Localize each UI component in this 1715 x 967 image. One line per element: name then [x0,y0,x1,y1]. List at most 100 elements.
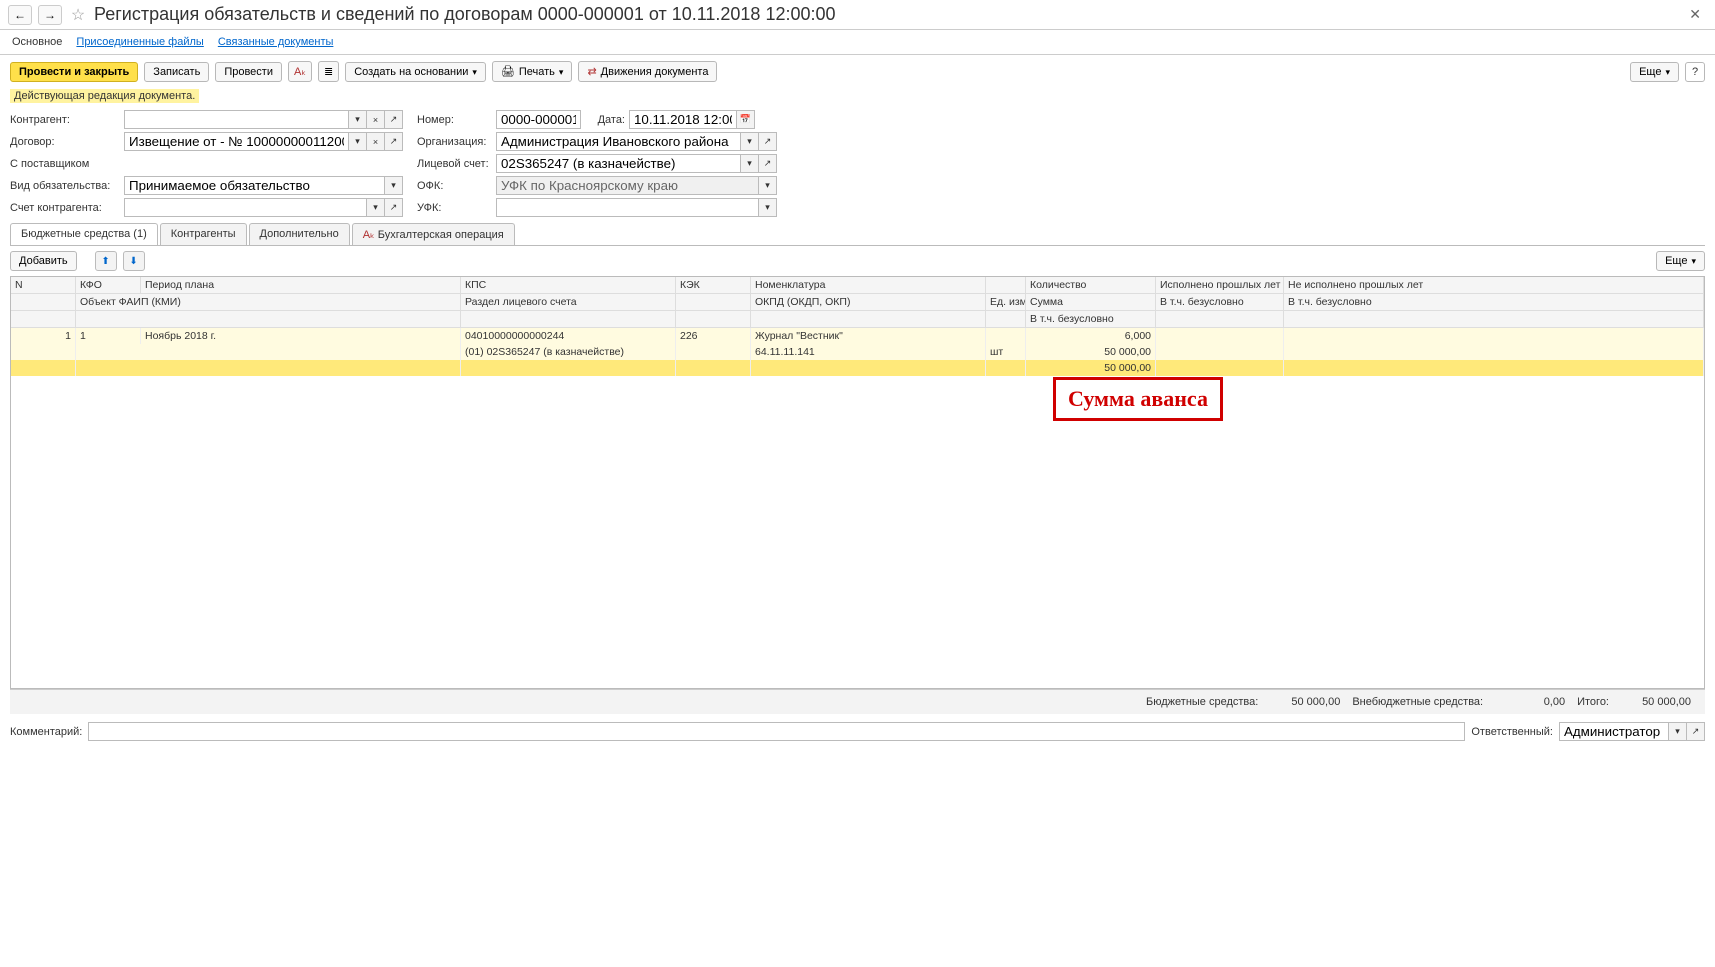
col-kek[interactable]: КЭК [676,277,751,294]
section-tab-related-docs[interactable]: Связанные документы [218,36,334,48]
cell-okpd: 64.11.11.141 [751,344,986,360]
tab-counterparties[interactable]: Контрагенты [160,223,247,245]
pers-account-input[interactable] [496,154,741,173]
section-tab-attached-files[interactable]: Присоединенные файлы [76,36,203,48]
obligation-type-dropdown-icon[interactable]: ▾ [385,176,403,195]
col-n[interactable]: N [11,277,76,294]
counterparty-clear-icon[interactable]: × [367,110,385,129]
org-dropdown-icon[interactable]: ▾ [741,132,759,151]
table-row[interactable]: (01) 02S365247 (в казначействе) 64.11.11… [11,344,1704,360]
tab-additional[interactable]: Дополнительно [249,223,350,245]
cell-n: 1 [11,328,76,344]
report-icon-button[interactable]: Aₖ [288,61,312,82]
col-sum[interactable]: Сумма [1026,294,1156,311]
section-tab-main[interactable]: Основное [12,36,62,48]
counterparty-input[interactable] [124,110,349,129]
cell-nomenclature: Журнал "Вестник" [751,328,986,344]
contract-input[interactable] [124,132,349,151]
cell-period: Ноябрь 2018 г. [141,328,461,344]
date-calendar-icon[interactable]: 📅 [737,110,755,129]
obligation-type-input[interactable] [124,176,385,195]
counterparty-acc-dropdown-icon[interactable]: ▾ [367,198,385,217]
contract-clear-icon[interactable]: × [367,132,385,151]
create-from-button[interactable]: Создать на основании [345,62,486,82]
grand-total-value: 50 000,00 [1621,696,1691,708]
favorite-star-icon[interactable]: ☆ [68,5,88,25]
org-open-icon[interactable]: ↗ [759,132,777,151]
ufk-dropdown-icon[interactable]: ▾ [759,198,777,217]
table-row-advance[interactable]: 50 000,00 [11,360,1704,376]
grid-header-row: N КФО Период плана КПС КЭК Номенклатура … [11,277,1704,294]
comment-label: Комментарий: [10,726,82,738]
col-incl-uncond[interactable]: В т.ч. безусловно [1026,311,1156,328]
tab-accounting-operation[interactable]: Aₖ Бухгалтерская операция [352,223,515,245]
nav-forward-button[interactable]: → [38,5,62,25]
pers-account-dropdown-icon[interactable]: ▾ [741,154,759,173]
obligation-type-label: Вид обязательства: [10,180,120,192]
col-unit[interactable] [986,277,1026,294]
contract-open-icon[interactable]: ↗ [385,132,403,151]
more-button[interactable]: Еще [1630,62,1679,82]
tabstrip: Бюджетные средства (1) Контрагенты Допол… [10,223,1705,246]
cell-qty: 6,000 [1026,328,1156,344]
report-icon: Aₖ [294,65,306,78]
cell-sum: 50 000,00 [1026,344,1156,360]
with-supplier-label: С поставщиком [10,158,120,170]
save-button[interactable]: Записать [144,62,209,82]
comment-input[interactable] [88,722,1465,741]
org-input[interactable] [496,132,741,151]
post-button[interactable]: Провести [215,62,282,82]
nav-back-button[interactable]: ← [8,5,32,25]
move-down-button[interactable]: ⬇ [123,251,145,271]
section-tabs: Основное Присоединенные файлы Связанные … [0,30,1715,55]
counterparty-dropdown-icon[interactable]: ▾ [349,110,367,129]
table-more-button[interactable]: Еще [1656,251,1705,271]
move-up-button[interactable]: ⬆ [95,251,117,271]
ufk-label: УФК: [417,202,492,214]
counterparty-open-icon[interactable]: ↗ [385,110,403,129]
list-icon-button[interactable]: ≣ [318,61,339,82]
counterparty-acc-input[interactable] [124,198,367,217]
pers-account-open-icon[interactable]: ↗ [759,154,777,173]
close-icon[interactable]: ✕ [1683,4,1707,25]
date-input[interactable] [629,110,737,129]
post-and-close-button[interactable]: Провести и закрыть [10,62,138,82]
table-row[interactable]: 1 1 Ноябрь 2018 г. 04010000000000244 226… [11,328,1704,344]
col-incl2[interactable]: В т.ч. безусловно [1284,294,1704,311]
pers-account-label: Лицевой счет: [417,158,492,170]
col-nomenclature[interactable]: Номенклатура [751,277,986,294]
responsible-dropdown-icon[interactable]: ▾ [1669,722,1687,741]
footer: Комментарий: Ответственный: ▾ ↗ [0,714,1715,749]
col-incl1[interactable]: В т.ч. безусловно [1156,294,1284,311]
cell-kps: 04010000000000244 [461,328,676,344]
ofk-input[interactable] [496,176,759,195]
col-okpd[interactable]: ОКПД (ОКДП, ОКП) [751,294,986,311]
col-kps[interactable]: КПС [461,277,676,294]
ufk-input[interactable] [496,198,759,217]
add-row-button[interactable]: Добавить [10,251,77,271]
help-button[interactable]: ? [1685,62,1705,82]
grid-body[interactable]: 1 1 Ноябрь 2018 г. 04010000000000244 226… [11,328,1704,688]
print-button[interactable]: 🖨 Печать [492,61,573,82]
tab-budget-funds[interactable]: Бюджетные средства (1) [10,223,158,245]
printer-icon: 🖨 [501,65,515,78]
col-exec-prev[interactable]: Исполнено прошлых лет [1156,277,1284,294]
document-movements-button[interactable]: ⇄ Движения документа [578,61,717,82]
col-unit2[interactable]: Ед. изм. [986,294,1026,311]
col-faip[interactable]: Объект ФАИП (КМИ) [76,294,461,311]
responsible-open-icon[interactable]: ↗ [1687,722,1705,741]
col-qty[interactable]: Количество [1026,277,1156,294]
col-kfo[interactable]: КФО [76,277,141,294]
ofk-dropdown-icon[interactable]: ▾ [759,176,777,195]
responsible-input[interactable] [1559,722,1669,741]
form-area: Контрагент: ▾ × ↗ Номер: Дата: 📅 Договор… [0,110,1715,217]
grid-subheader-row-2: В т.ч. безусловно [11,311,1704,328]
col-section[interactable]: Раздел лицевого счета [461,294,676,311]
offbudget-total-label: Внебюджетные средства: [1352,696,1483,708]
number-input[interactable] [496,110,581,129]
counterparty-acc-open-icon[interactable]: ↗ [385,198,403,217]
cell-section: (01) 02S365247 (в казначействе) [461,344,676,360]
col-period[interactable]: Период плана [141,277,461,294]
col-not-exec-prev[interactable]: Не исполнено прошлых лет [1284,277,1704,294]
contract-dropdown-icon[interactable]: ▾ [349,132,367,151]
